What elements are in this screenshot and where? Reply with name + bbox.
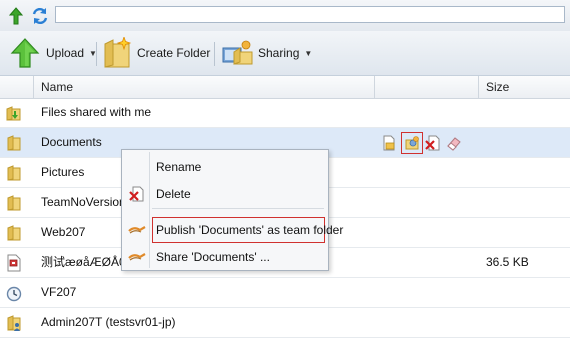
delete-file-icon <box>128 185 146 203</box>
toolbar-separator <box>214 42 215 66</box>
upload-button[interactable]: Upload ▼ <box>10 31 97 75</box>
delete-action[interactable] <box>424 134 442 152</box>
sharing-icon <box>222 40 253 65</box>
share-folder-icon <box>405 136 419 150</box>
sharing-label: Sharing <box>258 46 300 60</box>
create-folder-button[interactable]: Create Folder <box>103 31 210 75</box>
document-icon <box>383 135 395 151</box>
download-action[interactable] <box>380 134 398 152</box>
rename-action[interactable] <box>445 134 463 152</box>
share-action[interactable] <box>401 132 423 154</box>
archive-file-icon <box>5 254 23 272</box>
toolbar-separator <box>96 42 97 66</box>
folder-icon <box>5 134 23 152</box>
list-item[interactable]: Files shared with me <box>0 98 570 128</box>
column-divider <box>374 76 375 98</box>
folder-icon <box>5 164 23 182</box>
file-list-header: Name Size <box>0 76 570 99</box>
upload-arrow-icon <box>10 38 40 68</box>
file-name: Pictures <box>41 165 85 179</box>
file-name: Files shared with me <box>41 105 152 119</box>
folder-icon <box>5 224 23 242</box>
menu-item-label: Share 'Documents' ... <box>156 250 270 264</box>
publish-icon <box>128 221 146 239</box>
menu-item-label: Rename <box>156 160 202 174</box>
refresh-icon <box>32 7 48 25</box>
menu-separator <box>152 208 324 209</box>
shared-folder-icon <box>5 104 23 122</box>
menu-item-share[interactable]: Share 'Documents' ... <box>124 244 326 270</box>
sharing-dropdown-icon: ▼ <box>304 48 313 58</box>
toolbar: Upload ▼ Create Folder Sharing ▼ <box>0 31 570 76</box>
folder-icon <box>5 194 23 212</box>
file-name: TeamNoVersion <box>41 195 126 209</box>
green-up-arrow-icon <box>9 7 23 25</box>
context-menu: Rename Delete Publish 'Documents' as tea… <box>121 149 343 271</box>
file-name: VF207 <box>41 285 77 299</box>
upload-label: Upload <box>46 46 85 60</box>
menu-item-publish-team-folder[interactable]: Publish 'Documents' as team folder <box>124 217 343 243</box>
clock-folder-icon <box>5 284 23 302</box>
list-item[interactable]: VF207 <box>0 278 570 308</box>
user-folder-icon <box>5 314 23 332</box>
file-name: Admin207T (testsvr01-jp) <box>41 315 176 329</box>
file-name: Web207 <box>41 225 86 239</box>
column-header-name[interactable]: Name <box>34 76 374 98</box>
menu-item-rename[interactable]: Rename <box>124 154 326 180</box>
menu-item-label: Publish 'Documents' as team folder <box>156 223 344 237</box>
refresh-button[interactable] <box>30 6 50 26</box>
menu-item-delete[interactable]: Delete <box>124 181 326 207</box>
delete-file-icon <box>425 135 440 151</box>
column-header-size[interactable]: Size <box>479 76 570 98</box>
menu-item-label: Delete <box>156 187 191 201</box>
address-bar <box>0 0 570 31</box>
path-input[interactable] <box>55 6 565 23</box>
eraser-icon <box>447 137 461 151</box>
sharing-button[interactable]: Sharing ▼ <box>222 31 312 75</box>
up-folder-button[interactable] <box>6 6 26 26</box>
list-item[interactable]: Admin207T (testsvr01-jp) <box>0 308 570 338</box>
create-folder-label: Create Folder <box>137 46 211 60</box>
file-size: 36.5 KB <box>486 255 529 269</box>
file-name: Documents <box>41 135 102 149</box>
new-folder-icon <box>104 37 132 68</box>
row-actions <box>380 132 466 154</box>
share-icon <box>128 248 146 266</box>
